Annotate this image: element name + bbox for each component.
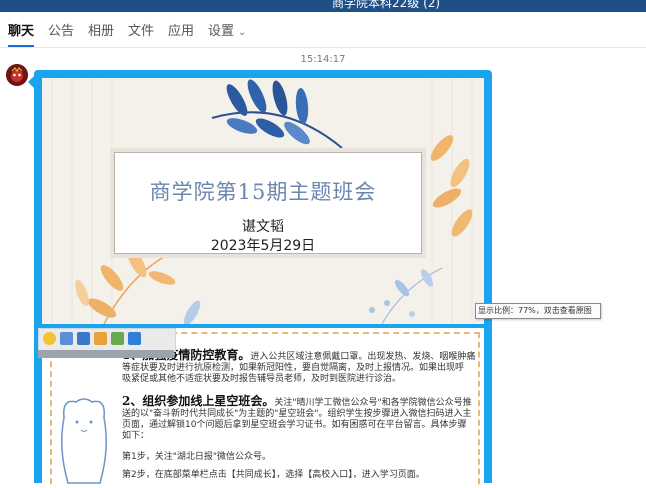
- window-title-bar: 商学院本科22级 (2): [0, 0, 646, 12]
- save-icon[interactable]: [60, 332, 73, 345]
- zoom-tooltip: 显示比例：77%，双击查看原图: [475, 303, 601, 319]
- slide-author: 谌文韬: [242, 219, 284, 235]
- notice-heading-2: 2、组织参加线上星空班会。: [122, 394, 275, 408]
- notice-text-2b: 送的以"奋斗新时代共同成长"为主题的"星空班会"。组织学生按步骤进入微信扫码进入…: [122, 409, 472, 419]
- message-timestamp: 15:14:17: [300, 54, 346, 65]
- tab-announcements[interactable]: 公告: [48, 12, 74, 47]
- image-icon[interactable]: [111, 332, 124, 345]
- tab-files[interactable]: 文件: [128, 12, 154, 47]
- notice-text-2a: 关注"晴川学工微信公众号"和各学院微信公众号推: [274, 398, 472, 408]
- notice-step-1: 第1步，关注"湖北日报"微信公众号。: [122, 452, 272, 462]
- tab-chat[interactable]: 聊天: [8, 12, 35, 47]
- tab-bar: 聊天 公告 相册 文件 应用 设置 ⌄: [0, 12, 646, 48]
- notice-text-1c: 吸紧促或其他不适症状要及时报告辅导员老师，及时到医院进行诊治。: [122, 374, 402, 384]
- tab-apps[interactable]: 应用: [168, 12, 194, 47]
- notice-text-2c: 页面，通过解锁10个问题后拿到星空班会学习证书。如有困惑可在平台留言。具体步骤: [122, 420, 467, 430]
- tab-chat-label: 聊天: [8, 24, 35, 39]
- notice-text-1b: 等症状要及时进行抗原检测，如果新冠阳性，要自觉隔离，及时上报情况。如果出现呼: [122, 363, 465, 373]
- tab-settings-label: 设置: [208, 24, 235, 39]
- slide-date: 2023年5月29日: [210, 238, 316, 254]
- avatar[interactable]: [6, 64, 28, 86]
- notice-text-1a: 进入公共区域注意佩戴口罩。出现发热、发烧、咽喉肿痛: [250, 352, 476, 362]
- bookmark-icon[interactable]: [128, 332, 141, 345]
- tab-album[interactable]: 相册: [88, 12, 114, 47]
- window-title: 商学院本科22级 (2): [332, 0, 441, 10]
- screen-icon[interactable]: [77, 332, 90, 345]
- chevron-down-icon: ⌄: [238, 27, 247, 38]
- slide-title: 商学院第15期主题班会: [149, 180, 377, 204]
- avatar-image: [6, 64, 28, 86]
- gift-icon[interactable]: [94, 332, 107, 345]
- notice-step-2: 第2步，在底部菜单栏点击【共同成长】，选择【高校入口】，进入学习页面。: [122, 470, 425, 480]
- notice-item-1: 1、加强疫情防控教育。进入公共区域注意佩戴口罩。出现发热、发烧、咽喉肿痛 等症状…: [122, 349, 476, 385]
- tab-announcements-label: 公告: [48, 24, 75, 39]
- image-toolbar: [38, 328, 176, 352]
- toolbar-shadow: [38, 350, 174, 358]
- tab-files-label: 文件: [128, 24, 155, 39]
- emoji-icon[interactable]: [43, 332, 56, 345]
- notice-text-2d: 如下：: [122, 431, 150, 441]
- tab-settings[interactable]: 设置 ⌄: [208, 12, 246, 47]
- bear-illustration: [61, 398, 107, 484]
- tab-apps-label: 应用: [168, 24, 195, 39]
- notice-item-2: 2、组织参加线上星空班会。关注"晴川学工微信公众号"和各学院微信公众号推 送的以…: [122, 394, 472, 442]
- tab-album-label: 相册: [88, 24, 115, 39]
- slide-image-title[interactable]: 商学院第15期主题班会 谌文韬 2023年5月29日: [42, 78, 484, 324]
- message-bubble[interactable]: 商学院第15期主题班会 谌文韬 2023年5月29日 1、加强疫情防控教育。进入…: [28, 70, 492, 488]
